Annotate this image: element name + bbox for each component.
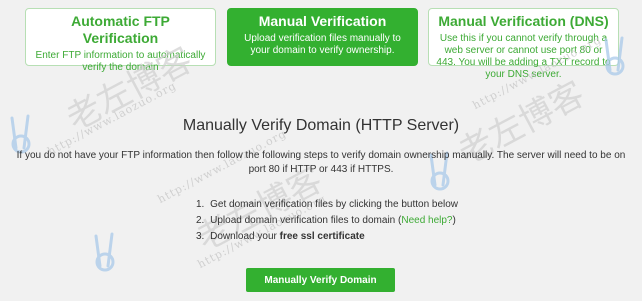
section-description: If you do not have your FTP information …	[16, 150, 626, 175]
list-item: 1. Get domain verification files by clic…	[196, 197, 458, 213]
card-description: Use this if you cannot verify through a …	[436, 33, 611, 80]
steps-list: 1. Get domain verification files by clic…	[196, 197, 458, 245]
watermark-hand-icon	[94, 232, 115, 272]
need-help-link[interactable]: Need help?	[401, 215, 452, 226]
card-description: Upload verification files manually to yo…	[244, 33, 401, 56]
card-description: Enter FTP information to automatically v…	[35, 50, 206, 73]
list-item: 3. Download your free ssl certificate	[196, 229, 458, 245]
tab-manual-verification[interactable]: Manual Verification Upload verification …	[227, 8, 418, 66]
tab-manual-verification-dns[interactable]: Manual Verification (DNS) Use this if yo…	[428, 8, 619, 80]
tab-automatic-ftp-verification[interactable]: Automatic FTP Verification Enter FTP inf…	[25, 8, 216, 73]
step-text-suffix: )	[452, 215, 456, 226]
step-number: 1.	[196, 199, 205, 210]
card-title: Automatic FTP Verification	[71, 13, 170, 46]
step-text: Upload domain verification files to doma…	[210, 215, 402, 226]
card-title: Manual Verification	[258, 13, 387, 29]
step-number: 3.	[196, 231, 205, 242]
section-title: Manually Verify Domain (HTTP Server)	[182, 117, 460, 134]
card-title: Manual Verification (DNS)	[438, 13, 609, 29]
step-number: 2.	[196, 215, 205, 226]
step-text-bold: free ssl certificate	[279, 231, 365, 242]
list-item: 2. Upload domain verification files to d…	[196, 213, 458, 229]
step-text: Download your	[210, 231, 280, 242]
manually-verify-domain-button[interactable]: Manually Verify Domain	[246, 268, 395, 292]
step-text: Get domain verification files by clickin…	[210, 199, 459, 210]
